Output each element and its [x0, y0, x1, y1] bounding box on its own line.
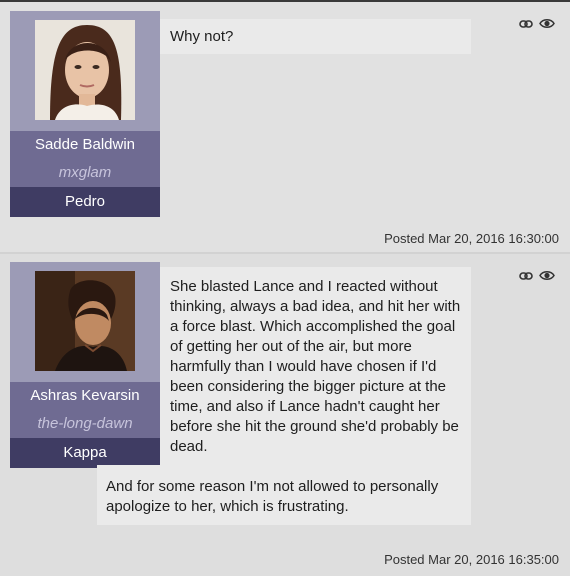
- eye-icon[interactable]: [539, 268, 555, 286]
- author-username[interactable]: the-long-dawn: [10, 410, 160, 438]
- timestamp-value: Mar 20, 2016 16:35:00: [428, 552, 559, 567]
- posted-label: Posted: [384, 552, 425, 567]
- post-timestamp: Posted Mar 20, 2016 16:30:00: [384, 231, 559, 246]
- message-bubble-continued: And for some reason I'm not allowed to p…: [97, 465, 471, 525]
- author-profile: Sadde Baldwin mxglam Pedro: [10, 11, 160, 217]
- message-bubble: Why not?: [160, 19, 471, 54]
- message-paragraph: And for some reason I'm not allowed to p…: [106, 478, 439, 515]
- posted-label: Posted: [384, 231, 425, 246]
- post-actions: [519, 268, 555, 286]
- post: Ashras Kevarsin the-long-dawn Kappa She …: [0, 254, 570, 576]
- author-profile: Ashras Kevarsin the-long-dawn Kappa: [10, 262, 160, 468]
- character-name[interactable]: Kappa: [10, 438, 160, 468]
- message-paragraph: She blasted Lance and I reacted without …: [170, 278, 461, 455]
- character-name[interactable]: Pedro: [10, 187, 160, 217]
- timestamp-value: Mar 20, 2016 16:30:00: [428, 231, 559, 246]
- author-name[interactable]: Sadde Baldwin: [10, 131, 160, 159]
- author-name[interactable]: Ashras Kevarsin: [10, 382, 160, 410]
- post-timestamp: Posted Mar 20, 2016 16:35:00: [384, 552, 559, 567]
- avatar[interactable]: [35, 271, 135, 371]
- message-bubble: She blasted Lance and I reacted without …: [160, 267, 471, 465]
- eye-icon[interactable]: [539, 16, 555, 34]
- post-actions: [519, 16, 555, 34]
- link-icon[interactable]: [519, 268, 533, 286]
- post: Sadde Baldwin mxglam Pedro Why not? Post…: [0, 2, 570, 252]
- link-icon[interactable]: [519, 16, 533, 34]
- avatar[interactable]: [35, 20, 135, 120]
- author-username[interactable]: mxglam: [10, 159, 160, 187]
- message-text: Why not?: [170, 28, 234, 45]
